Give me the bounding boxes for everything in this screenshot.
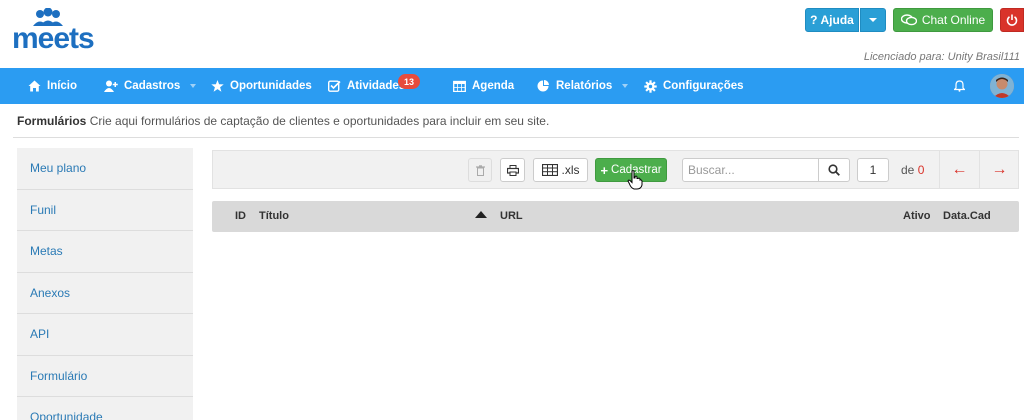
home-icon [28, 80, 41, 92]
power-icon [1006, 14, 1018, 26]
page-title: Formulários [17, 114, 87, 128]
page-total-text: de 0 [901, 163, 924, 177]
chat-label: Chat Online [921, 13, 986, 27]
nav-label-agenda: Agenda [472, 80, 515, 92]
meets-logo[interactable]: meets [12, 8, 108, 55]
sidebar-item-oportunidade[interactable]: Oportunidade [17, 397, 193, 420]
sidebar-item-meu-plano[interactable]: Meu plano [17, 148, 193, 190]
nav-label-atividades: Atividades [347, 80, 406, 92]
gear-icon [644, 79, 657, 93]
arrow-left-icon: ← [951, 160, 968, 178]
sidebar-item-formulario[interactable]: Formulário [17, 356, 193, 397]
sort-ascending-icon[interactable] [475, 211, 487, 218]
user-plus-icon [104, 80, 118, 92]
calendar-icon [453, 80, 466, 92]
nav-label-configuracoes: Configurações [663, 80, 744, 92]
sidebar-item-api[interactable]: API [17, 314, 193, 356]
nav-item-relatorios[interactable]: Relatórios [537, 68, 629, 104]
nav-item-atividades[interactable]: Atividades [328, 68, 405, 104]
sidebar-item-funil[interactable]: Funil [17, 190, 193, 231]
page-total: 0 [917, 163, 925, 177]
settings-sidebar: Meu plano Funil Metas Anexos API Formulá… [17, 148, 193, 420]
nav-item-configuracoes[interactable]: Configurações [644, 68, 744, 104]
nav-item-oportunidades[interactable]: Oportunidades [211, 68, 312, 104]
header-divider [13, 137, 1019, 138]
nav-item-agenda[interactable]: Agenda [453, 68, 514, 104]
logout-button[interactable] [1000, 8, 1024, 32]
chevron-down-icon [622, 84, 629, 88]
nav-item-inicio[interactable]: Início [28, 68, 77, 104]
xls-label: .xls [561, 163, 580, 177]
question-icon: ? [810, 13, 818, 27]
logo-text: meets [12, 22, 95, 55]
search-icon [828, 164, 840, 176]
user-avatar[interactable] [990, 74, 1014, 98]
column-header-ativo[interactable]: Ativo [903, 210, 931, 222]
nav-label-cadastros: Cadastros [124, 80, 181, 92]
activities-count-badge: 13 [398, 74, 420, 89]
page-description: Crie aqui formulários de captação de cli… [89, 114, 550, 128]
next-page-button[interactable]: → [979, 151, 1019, 188]
nav-label-relatorios: Relatórios [556, 80, 613, 92]
print-button[interactable] [500, 158, 525, 182]
main-navbar: Início Cadastros Oportunidades Atividade… [0, 68, 1024, 104]
previous-page-button[interactable]: ← [939, 151, 979, 188]
search-input[interactable] [682, 158, 819, 182]
pie-chart-icon [537, 80, 549, 92]
plus-icon: + [600, 162, 609, 178]
column-header-data-cad[interactable]: Data.Cad [943, 210, 991, 222]
sidebar-item-metas[interactable]: Metas [17, 231, 193, 273]
search-button[interactable] [818, 158, 850, 182]
license-text: Licenciado para: Unity Brasil111 [863, 51, 1020, 63]
nav-label-inicio: Início [47, 80, 78, 92]
help-dropdown-button[interactable] [860, 8, 886, 32]
sidebar-item-anexos[interactable]: Anexos [17, 273, 193, 314]
page-number-input[interactable] [857, 158, 889, 182]
check-square-icon [328, 80, 341, 92]
nav-item-cadastros[interactable]: Cadastros [104, 68, 197, 104]
star-icon [211, 80, 224, 92]
chevron-down-icon [190, 84, 197, 88]
chat-online-button[interactable]: Chat Online [893, 8, 993, 32]
column-header-url[interactable]: URL [500, 210, 523, 222]
bell-icon [954, 80, 965, 92]
hand-cursor-icon [627, 170, 643, 190]
help-button[interactable]: ? Ajuda [805, 8, 859, 32]
nav-label-oportunidades: Oportunidades [230, 80, 312, 92]
table-icon [541, 164, 558, 176]
user-avatar-icon [990, 74, 1014, 98]
help-label: Ajuda [820, 13, 854, 27]
list-toolbar: .xls + Cadastrar de 0 ← → [212, 150, 1019, 189]
top-bar: meets ? Ajuda Chat Online Licenciado par… [0, 0, 1024, 68]
forms-table-header: ID Título URL Ativo Data.Cad [212, 201, 1019, 232]
trash-icon [475, 164, 485, 176]
notifications-button[interactable] [954, 68, 965, 104]
export-xls-button[interactable]: .xls [533, 158, 588, 182]
column-header-id[interactable]: ID [235, 210, 246, 222]
page-header: Formulários Crie aqui formulários de cap… [17, 114, 549, 128]
arrow-right-icon: → [991, 160, 1008, 178]
chevron-down-icon [869, 18, 877, 22]
chat-icon [900, 14, 917, 26]
column-header-titulo[interactable]: Título [259, 210, 289, 222]
page-of-label: de [901, 163, 915, 177]
print-icon [506, 164, 519, 176]
delete-button[interactable] [468, 158, 492, 182]
